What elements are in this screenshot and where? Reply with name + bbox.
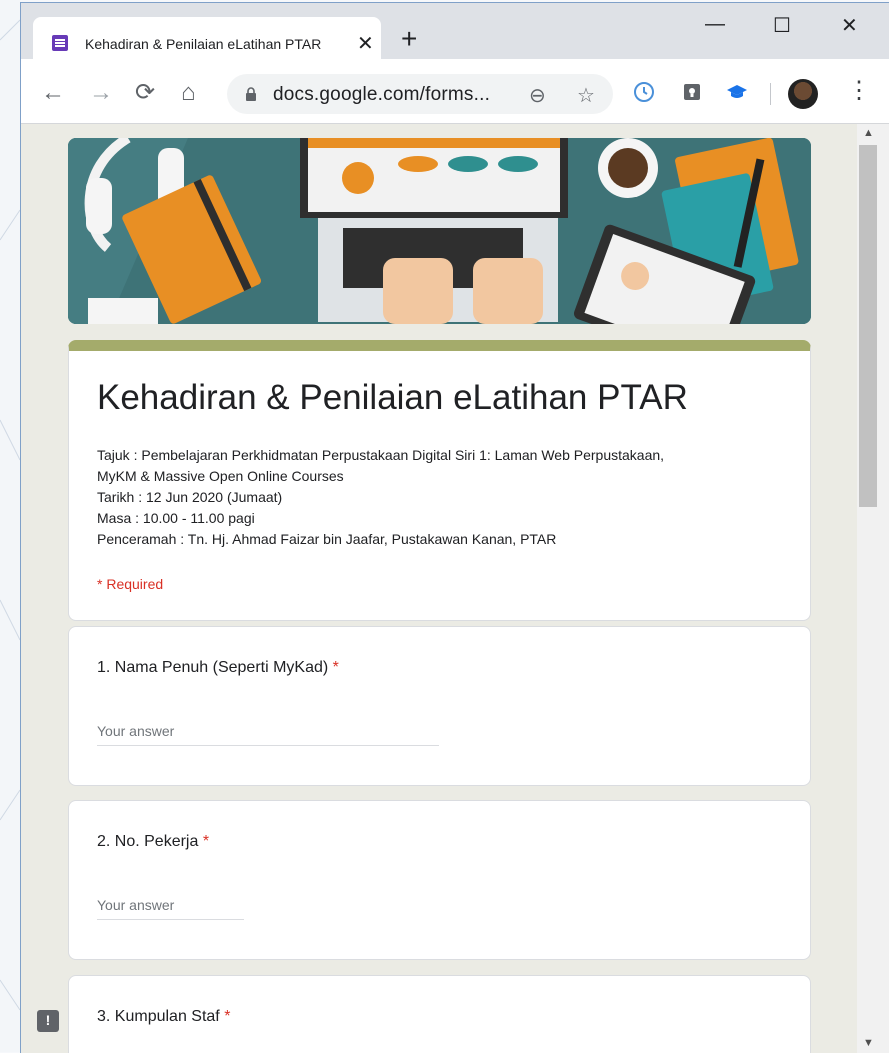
menu-icon[interactable]: ⋮ <box>847 79 871 103</box>
question-card: 2. No. Pekerja * Your answer <box>68 800 811 960</box>
browser-toolbar: ← → ⟳ ⌂ docs.google.com/forms... ⊖ ☆ ⋮ <box>21 59 889 124</box>
url-text: docs.google.com/forms... <box>273 84 491 105</box>
question-card: 3. Kumpulan Staf * <box>68 975 811 1053</box>
reload-button[interactable]: ⟳ <box>135 81 155 105</box>
tab-close-icon[interactable]: ✕ <box>357 31 374 56</box>
home-button[interactable]: ⌂ <box>181 81 196 105</box>
form-header-image <box>68 138 811 324</box>
description-line: Tarikh : 12 Jun 2020 (Jumaat) <box>97 489 283 505</box>
answer-input[interactable]: Your answer <box>97 723 439 746</box>
scroll-down-arrow-icon[interactable]: ▼ <box>863 1037 874 1049</box>
required-note: * Required <box>97 576 164 592</box>
scrollbar-thumb[interactable] <box>859 145 877 507</box>
question-card: 1. Nama Penuh (Seperti MyKad) * Your ans… <box>68 626 811 786</box>
banner-illustration <box>68 138 811 324</box>
form-description: Tajuk : Pembelajaran Perkhidmatan Perpus… <box>97 445 787 550</box>
question-label: 3. Kumpulan Staf * <box>97 1008 230 1026</box>
form-header-card: Kehadiran & Penilaian eLatihan PTAR Taju… <box>68 340 811 621</box>
lock-icon <box>246 87 256 101</box>
google-forms-icon <box>52 35 68 51</box>
address-bar[interactable]: docs.google.com/forms... ⊖ ☆ <box>227 74 613 114</box>
description-line: Masa : 10.00 - 11.00 pagi <box>97 510 255 526</box>
description-line: Tajuk : Pembelajaran Perkhidmatan Perpus… <box>97 447 665 463</box>
desktop-background <box>0 0 20 1052</box>
minimize-button[interactable]: — <box>705 13 725 36</box>
page-content: Kehadiran & Penilaian eLatihan PTAR Taju… <box>21 124 857 1053</box>
required-asterisk: * <box>202 833 210 850</box>
keep-extension-icon[interactable] <box>681 81 703 103</box>
question-text: 3. Kumpulan Staf <box>97 1008 220 1025</box>
description-line: MyKM & Massive Open Online Courses <box>97 468 344 484</box>
description-line: Penceramah : Tn. Hj. Ahmad Faizar bin Ja… <box>97 531 557 547</box>
report-feedback-icon[interactable]: ! <box>37 1010 59 1032</box>
required-asterisk: * <box>224 1008 231 1025</box>
maximize-button[interactable]: ☐ <box>773 13 791 38</box>
question-text: 1. Nama Penuh (Seperti MyKad) <box>97 659 329 676</box>
bookmark-star-icon[interactable]: ☆ <box>577 83 595 108</box>
form-title: Kehadiran & Penilaian eLatihan PTAR <box>97 378 688 417</box>
question-label: 1. Nama Penuh (Seperti MyKad) * <box>97 659 339 677</box>
desktop-pattern <box>0 19 20 1011</box>
tab-title: Kehadiran & Penilaian eLatihan PTAR <box>85 36 347 52</box>
back-button[interactable]: ← <box>41 81 65 105</box>
clock-extension-icon[interactable] <box>633 81 655 103</box>
required-asterisk: * <box>332 659 339 676</box>
close-window-button[interactable]: ✕ <box>841 13 858 38</box>
browser-tab[interactable]: Kehadiran & Penilaian eLatihan PTAR ✕ <box>33 17 381 59</box>
profile-avatar[interactable] <box>788 79 818 109</box>
browser-window: Kehadiran & Penilaian eLatihan PTAR ✕ + … <box>20 2 889 1053</box>
forward-button[interactable]: → <box>89 81 113 105</box>
scroll-up-arrow-icon[interactable]: ▲ <box>863 127 874 139</box>
zoom-icon[interactable]: ⊖ <box>529 83 546 108</box>
graduation-cap-extension-icon[interactable] <box>726 81 748 103</box>
answer-input[interactable]: Your answer <box>97 897 244 920</box>
toolbar-separator <box>770 83 771 105</box>
tab-strip: Kehadiran & Penilaian eLatihan PTAR ✕ + … <box>21 3 889 59</box>
question-text: 2. No. Pekerja <box>97 833 199 850</box>
new-tab-button[interactable]: + <box>401 25 417 53</box>
question-label: 2. No. Pekerja * <box>97 833 209 851</box>
